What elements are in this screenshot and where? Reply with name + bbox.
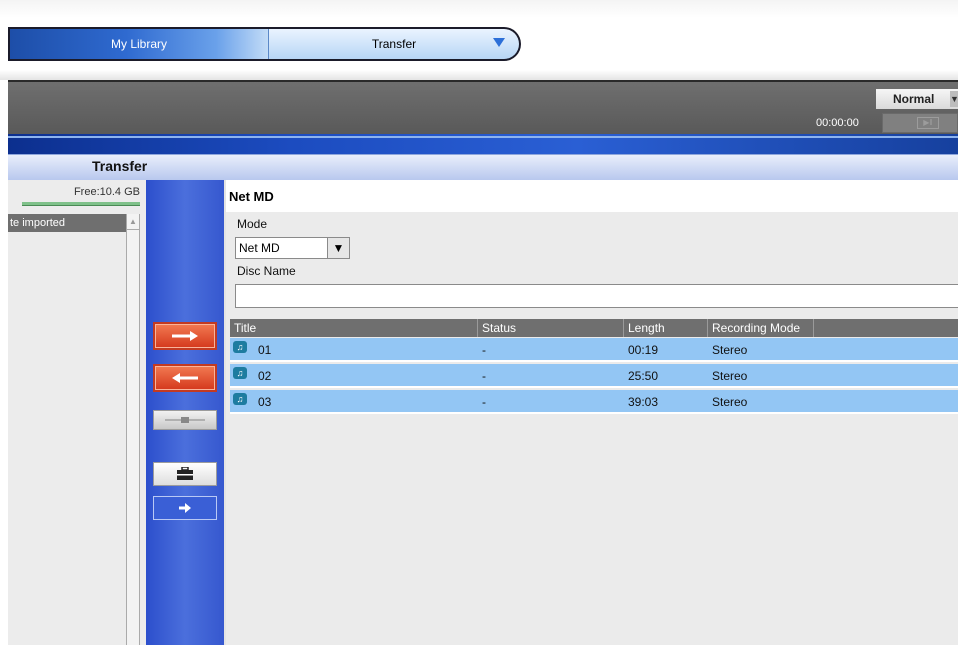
table-row[interactable]: ♫ 01 - 00:19 Stereo <box>230 338 958 362</box>
free-space-label: Free:10.4 GB <box>73 186 140 198</box>
music-note-icon: ♫ <box>233 341 247 353</box>
track-status: - <box>482 395 486 409</box>
toolbox-icon <box>177 467 193 480</box>
transfer-from-device-button[interactable] <box>153 364 217 392</box>
column-title[interactable]: Title <box>230 319 478 337</box>
device-panel: Net MD Mode Net MD ▼ Disc Name Title Sta… <box>224 180 958 645</box>
mode-label: Mode <box>237 217 268 231</box>
section-header: Transfer <box>8 154 958 180</box>
track-length: 25:50 <box>628 369 659 383</box>
track-status: - <box>482 343 486 357</box>
divider-line <box>8 136 958 138</box>
track-recording-mode: Stereo <box>712 395 748 409</box>
play-pause-icon: ▶‖ <box>917 117 939 129</box>
track-recording-mode: Stereo <box>712 343 748 357</box>
library-panel: Free:10.4 GB te imported ▲ <box>8 180 146 645</box>
track-length: 00:19 <box>628 343 659 357</box>
stop-button[interactable] <box>153 410 217 430</box>
top-bar: My Library Transfer <box>0 0 958 80</box>
tab-transfer[interactable]: Transfer <box>268 29 519 59</box>
playback-mode-value: Normal <box>893 92 935 106</box>
next-button[interactable] <box>153 496 217 520</box>
arrow-left-icon <box>172 373 198 383</box>
transfer-to-device-button[interactable] <box>153 322 217 350</box>
free-space-bar <box>22 202 140 206</box>
track-table-header: Title Status Length Recording Mode <box>230 319 958 337</box>
chevron-down-icon[interactable]: ▼ <box>327 238 349 258</box>
music-note-icon: ♫ <box>233 393 247 405</box>
section-title: Transfer <box>92 158 148 174</box>
column-recording-mode[interactable]: Recording Mode <box>708 319 814 337</box>
tab-my-library-label: My Library <box>110 37 167 51</box>
disc-name-input[interactable] <box>235 284 958 308</box>
playback-mode-select[interactable]: Normal ▼ <box>876 89 958 109</box>
mode-select-value: Net MD <box>239 241 280 255</box>
play-pause-button[interactable]: ▶‖ <box>882 113 958 133</box>
disc-name-label: Disc Name <box>237 264 296 278</box>
player-bar: Normal ▼ 00:00:00 ▶‖ <box>8 80 958 134</box>
chevron-down-icon[interactable] <box>493 38 505 47</box>
transfer-controls <box>146 180 224 645</box>
tab-transfer-label: Transfer <box>371 37 417 51</box>
table-row[interactable]: ♫ 02 - 25:50 Stereo <box>230 364 958 388</box>
track-title: 03 <box>258 395 272 409</box>
arrow-right-small-icon <box>179 503 191 513</box>
mode-select[interactable]: Net MD ▼ <box>235 237 350 259</box>
main-nav: My Library Transfer <box>8 27 521 61</box>
table-row[interactable]: ♫ 03 - 39:03 Stereo <box>230 390 958 414</box>
column-length[interactable]: Length <box>624 319 708 337</box>
scroll-up-icon[interactable]: ▲ <box>127 214 139 230</box>
track-title: 02 <box>258 369 272 383</box>
library-list-header[interactable]: te imported <box>8 214 126 232</box>
music-note-icon: ♫ <box>233 367 247 379</box>
column-status[interactable]: Status <box>478 319 624 337</box>
time-display: 00:00:00 <box>816 117 859 129</box>
tools-button[interactable] <box>153 462 217 486</box>
track-recording-mode: Stereo <box>712 369 748 383</box>
track-status: - <box>482 369 486 383</box>
track-length: 39:03 <box>628 395 659 409</box>
device-title: Net MD <box>226 180 958 212</box>
track-title: 01 <box>258 343 272 357</box>
arrow-right-icon <box>172 331 198 341</box>
library-scrollbar[interactable]: ▲ <box>126 214 140 645</box>
tab-my-library[interactable]: My Library <box>10 29 268 59</box>
stop-icon <box>165 417 205 423</box>
chevron-down-icon[interactable]: ▼ <box>950 91 958 107</box>
